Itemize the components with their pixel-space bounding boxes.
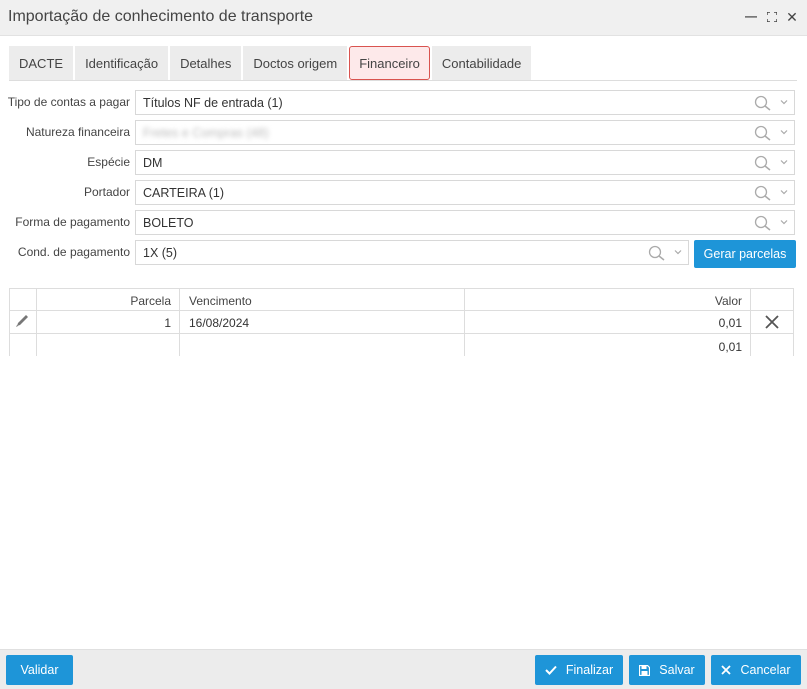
especie-label: Espécie [87, 155, 130, 169]
pencil-icon[interactable] [9, 311, 36, 333]
natureza-field[interactable]: Fretes e Compras (48) [135, 120, 795, 145]
cell-vencimento: 16/08/2024 [179, 311, 464, 333]
chevron-down-icon[interactable] [779, 127, 789, 137]
tipo-contas-label: Tipo de contas a pagar [7, 95, 130, 109]
chevron-down-icon[interactable] [779, 217, 789, 227]
cell-parcela: 1 [36, 311, 179, 333]
validar-button[interactable]: Validar [6, 655, 73, 685]
portador-value: CARTEIRA (1) [143, 186, 225, 200]
save-icon [639, 664, 651, 676]
tipo-contas-value: Títulos NF de entrada (1) [143, 96, 283, 110]
portador-label: Portador [83, 185, 130, 199]
window-title: Importação de conhecimento de transporte [8, 8, 314, 25]
check-icon [545, 665, 557, 675]
especie-field[interactable]: DM [135, 150, 795, 175]
cell-valor: 0,01 [464, 311, 750, 333]
search-icon[interactable] [754, 95, 772, 111]
chevron-down-icon[interactable] [779, 97, 789, 107]
salvar-button[interactable]: Salvar [629, 655, 705, 685]
forma-pagamento-value: BOLETO [143, 216, 194, 230]
header-vencimento[interactable]: Vencimento [179, 289, 464, 310]
total-cell-actions [750, 334, 794, 356]
chevron-down-icon[interactable] [673, 247, 683, 257]
grid-header: Parcela Vencimento Valor [9, 288, 794, 311]
search-icon[interactable] [754, 215, 772, 231]
grid-header-actions [9, 289, 36, 310]
total-cell-empty [9, 334, 36, 356]
tab-detalhes[interactable]: Detalhes [170, 46, 242, 80]
chevron-down-icon[interactable] [779, 157, 789, 167]
chevron-down-icon[interactable] [779, 187, 789, 197]
gerar-parcelas-button[interactable]: Gerar parcelas [694, 240, 796, 268]
parcelas-grid: Parcela Vencimento Valor 1 16/08/2024 0,… [9, 288, 794, 356]
row-portador: Portador CARTEIRA (1) [0, 180, 807, 205]
total-cell-vencimento [179, 334, 464, 356]
grid-header-delete [750, 289, 794, 310]
title-bar: Importação de conhecimento de transporte… [0, 0, 807, 36]
finalizar-button[interactable]: Finalizar [535, 655, 623, 685]
header-parcela[interactable]: Parcela [36, 289, 179, 310]
row-forma-pagamento: Forma de pagamento BOLETO [0, 210, 807, 235]
close-icon[interactable]: ✕ [785, 9, 799, 25]
cancelar-button[interactable]: Cancelar [711, 655, 801, 685]
cond-pagamento-value: 1X (5) [143, 246, 178, 260]
footer-bar: Validar Finalizar Salvar Cancelar [0, 649, 807, 689]
search-icon[interactable] [754, 185, 772, 201]
forma-pagamento-field[interactable]: BOLETO [135, 210, 795, 235]
total-row: 0,01 [9, 334, 794, 356]
tipo-contas-field[interactable]: Títulos NF de entrada (1) [135, 90, 795, 115]
finalizar-label: Finalizar [565, 663, 614, 677]
row-cond-pagamento: Cond. de pagamento 1X (5) Gerar parcelas [0, 240, 807, 268]
salvar-label: Salvar [659, 663, 695, 677]
validar-label: Validar [20, 663, 59, 677]
cond-pagamento-field[interactable]: 1X (5) [135, 240, 689, 265]
portador-field[interactable]: CARTEIRA (1) [135, 180, 795, 205]
cancelar-label: Cancelar [740, 663, 791, 677]
minimize-icon[interactable]: — [744, 9, 758, 25]
tab-bar: DACTE Identificação Detalhes Doctos orig… [9, 46, 533, 81]
row-especie: Espécie DM [0, 150, 807, 175]
cancel-icon [721, 665, 732, 675]
search-icon[interactable] [754, 125, 772, 141]
delete-icon[interactable] [750, 311, 794, 333]
natureza-label: Natureza financeira [25, 125, 130, 139]
total-valor: 0,01 [464, 334, 750, 356]
tabs-divider [9, 80, 797, 81]
tab-identificacao[interactable]: Identificação [75, 46, 169, 80]
search-icon[interactable] [648, 245, 666, 261]
row-tipo-contas: Tipo de contas a pagar Títulos NF de ent… [0, 90, 807, 115]
tab-contabilidade[interactable]: Contabilidade [431, 46, 532, 80]
search-icon[interactable] [754, 155, 772, 171]
row-natureza: Natureza financeira Fretes e Compras (48… [0, 120, 807, 145]
table-row[interactable]: 1 16/08/2024 0,01 [9, 311, 794, 334]
tab-financeiro[interactable]: Financeiro [349, 46, 430, 80]
maximize-icon[interactable] [765, 9, 779, 25]
especie-value: DM [143, 156, 163, 170]
forma-pagamento-label: Forma de pagamento [15, 215, 130, 229]
natureza-value: Fretes e Compras (48) [143, 126, 269, 140]
tab-dacte[interactable]: DACTE [9, 46, 74, 80]
tab-doctos-origem[interactable]: Doctos origem [243, 46, 348, 80]
total-cell-parcela [36, 334, 179, 356]
header-valor[interactable]: Valor [464, 289, 750, 310]
cond-pagamento-label: Cond. de pagamento [17, 245, 130, 259]
